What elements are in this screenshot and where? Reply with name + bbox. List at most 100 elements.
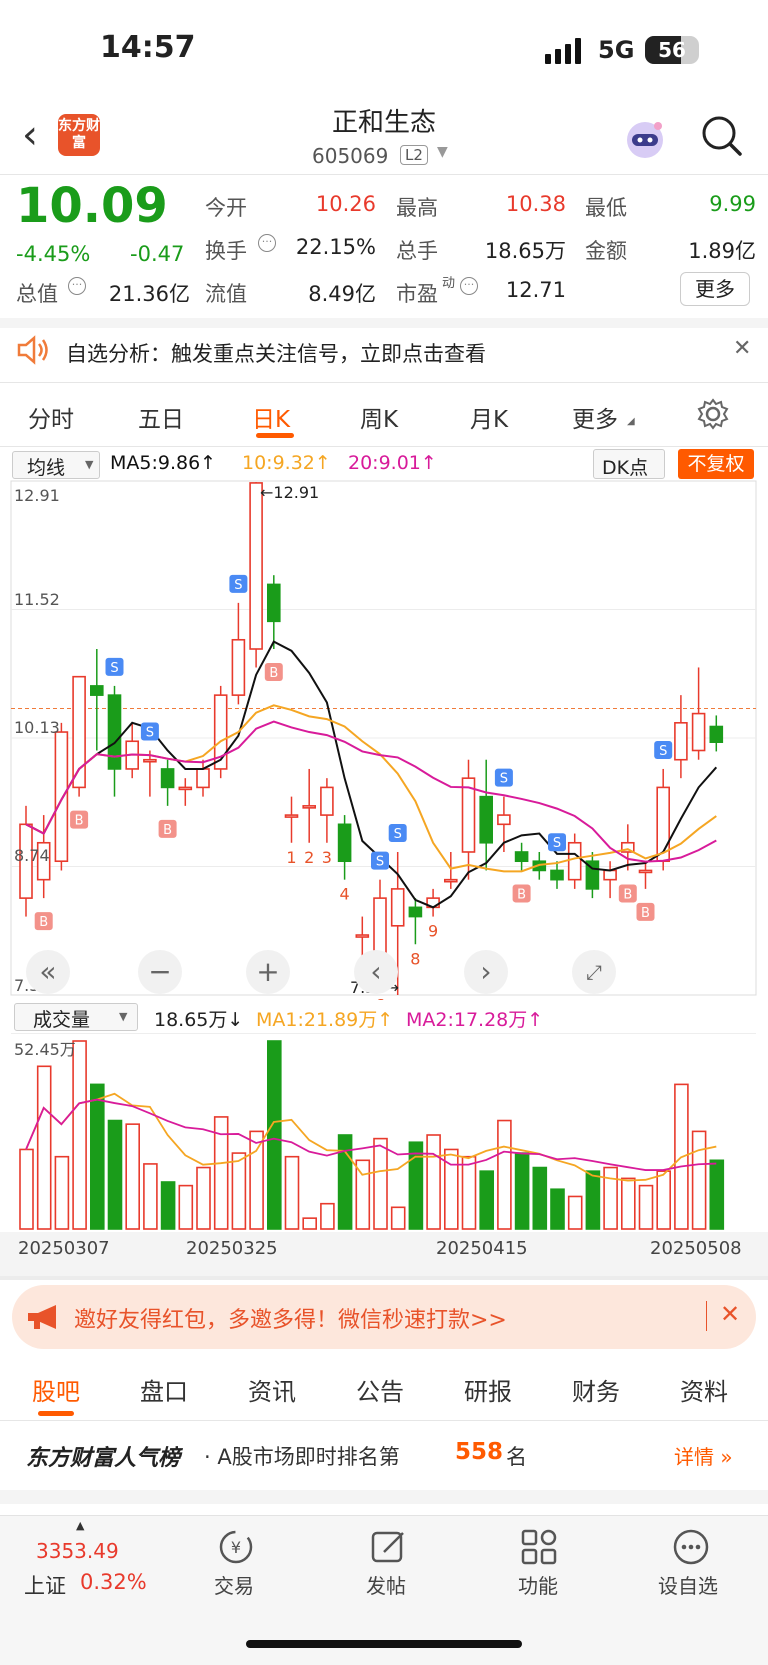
axis-label: 8.74 — [14, 846, 50, 865]
tab-guba[interactable]: 股吧 — [32, 1372, 80, 1407]
index-value[interactable]: 3353.49 — [36, 1539, 119, 1563]
next-icon[interactable]: › — [464, 950, 508, 994]
volume-label: 总手 — [396, 239, 438, 263]
tab-monthly-k[interactable]: 月K — [470, 400, 508, 434]
volume-bar — [178, 1184, 194, 1230]
volume-bar — [72, 1040, 87, 1230]
volume-bar — [620, 1177, 636, 1230]
candle — [674, 722, 688, 761]
volume-selector-label: 成交量 — [33, 1009, 91, 1031]
indicator-selector[interactable]: 均线 ▼ — [12, 451, 100, 479]
caret-icon: ◢ — [627, 416, 635, 427]
nav-add-watchlist[interactable]: 设自选 — [658, 1570, 718, 1599]
nav-trade[interactable]: 交易 — [214, 1570, 254, 1599]
tab-intraday[interactable]: 分时 — [28, 400, 74, 434]
fullscreen-icon[interactable]: ⤢ — [572, 950, 616, 994]
zoom-out-icon[interactable]: − — [138, 950, 182, 994]
sequence-count: 3 — [322, 848, 332, 867]
robot-avatar-icon[interactable] — [622, 116, 668, 162]
volume-chart[interactable] — [0, 1033, 768, 1233]
dropdown-icon: ▼ — [119, 1010, 128, 1023]
stock-code: 605069 — [312, 144, 389, 168]
amount-value: 1.89亿 — [688, 239, 756, 263]
level-badge[interactable]: L2 — [400, 145, 428, 165]
volume-bar — [231, 1152, 247, 1230]
mktcap-label: 总值 — [16, 282, 58, 306]
rank-text: · A股市场即时排名第 — [204, 1445, 400, 1469]
volume-bar — [603, 1166, 618, 1230]
zoom-in-icon[interactable]: + — [246, 950, 290, 994]
signal-label: S — [659, 744, 667, 759]
tab-finance[interactable]: 财务 — [572, 1372, 620, 1407]
turnover-label: 换手 — [205, 239, 247, 263]
dk-button[interactable]: DK点 — [593, 449, 665, 479]
notice-text[interactable]: 自选分析：触发重点关注信号，立即点击查看 — [66, 338, 486, 368]
signal-label: S — [500, 772, 508, 787]
nav-function[interactable]: 功能 — [518, 1570, 558, 1599]
post-icon[interactable] — [370, 1528, 408, 1566]
status-bar: 14:57 5G 56 — [0, 0, 768, 100]
signal-label: S — [376, 855, 384, 870]
nav-post[interactable]: 发帖 — [366, 1570, 406, 1599]
volume-bar — [125, 1123, 140, 1230]
tab-weekly-k[interactable]: 周K — [360, 400, 398, 434]
dropdown-icon: ▼ — [85, 458, 94, 471]
signal-icon — [545, 38, 581, 64]
float-value: 8.49亿 — [308, 282, 376, 306]
candle — [337, 823, 352, 863]
megaphone-icon — [28, 1305, 56, 1329]
grid-icon[interactable] — [520, 1528, 558, 1566]
tab-research[interactable]: 研报 — [464, 1372, 512, 1407]
candle — [320, 786, 334, 816]
tab-profile[interactable]: 资料 — [680, 1372, 728, 1407]
close-icon[interactable]: ✕ — [720, 1300, 740, 1328]
rank-number: 558 — [455, 1439, 504, 1465]
tab-daily-k[interactable]: 日K — [252, 400, 290, 434]
date-tick: 20250415 — [436, 1238, 528, 1259]
more-info-icon[interactable]: ··· — [460, 277, 478, 295]
volume-bar — [54, 1155, 70, 1230]
network-type: 5G — [598, 36, 635, 64]
pe-label: 市盈 — [396, 282, 438, 306]
speaker-icon — [17, 335, 48, 365]
tab-announcements[interactable]: 公告 — [356, 1372, 404, 1407]
mktcap-value: 21.36亿 — [108, 282, 190, 306]
invite-banner[interactable]: 邀好友得红包，多邀多得！微信秒速打款>> ✕ — [12, 1285, 756, 1349]
close-icon[interactable]: ✕ — [733, 336, 751, 361]
tab-five-day[interactable]: 五日 — [138, 400, 184, 434]
more-info-icon[interactable]: ··· — [68, 277, 86, 295]
more-info-icon[interactable]: ··· — [258, 234, 276, 252]
more-dots-icon[interactable] — [672, 1528, 710, 1566]
signal-label: B — [39, 915, 48, 930]
signal-label: S — [146, 725, 154, 740]
volume-bar — [36, 1065, 52, 1230]
sequence-count: 4 — [340, 885, 350, 904]
volume-selector[interactable]: 成交量 ▼ — [14, 1003, 138, 1031]
volume-bar — [691, 1130, 707, 1230]
gear-icon[interactable] — [697, 398, 729, 430]
ma5-value: MA5:9.86↑ — [110, 452, 217, 474]
candle — [443, 878, 458, 883]
prev-icon[interactable]: ‹ — [354, 950, 398, 994]
signal-label: B — [75, 814, 84, 829]
signal-label: B — [517, 887, 526, 902]
volume-bar — [160, 1181, 176, 1230]
volume-bar — [373, 1137, 388, 1230]
candle — [249, 482, 263, 650]
volume-current: 18.65万↓ — [154, 1009, 244, 1031]
chevron-down-icon[interactable]: ▼ — [437, 144, 448, 160]
k-line-chart[interactable]: BBSSBSBSSSBSBBS123456789 — [0, 480, 768, 1000]
more-button[interactable]: 更多 — [680, 272, 750, 306]
trade-icon[interactable]: ¥ — [216, 1528, 256, 1566]
tab-news[interactable]: 资讯 — [248, 1372, 296, 1407]
ma10-value: 10:9.32↑ — [242, 452, 331, 474]
scroll-left-icon[interactable]: « — [26, 950, 70, 994]
volume-bar — [426, 1134, 441, 1230]
date-tick: 20250307 — [18, 1238, 110, 1259]
search-icon[interactable] — [700, 114, 744, 158]
adjust-button[interactable]: 不复权 — [678, 449, 754, 479]
dk-label: DK点 — [602, 457, 649, 479]
tab-more[interactable]: 更多 — [572, 400, 618, 434]
rank-detail-link[interactable]: 详情 » — [674, 1441, 733, 1470]
tab-pankou[interactable]: 盘口 — [140, 1372, 188, 1407]
